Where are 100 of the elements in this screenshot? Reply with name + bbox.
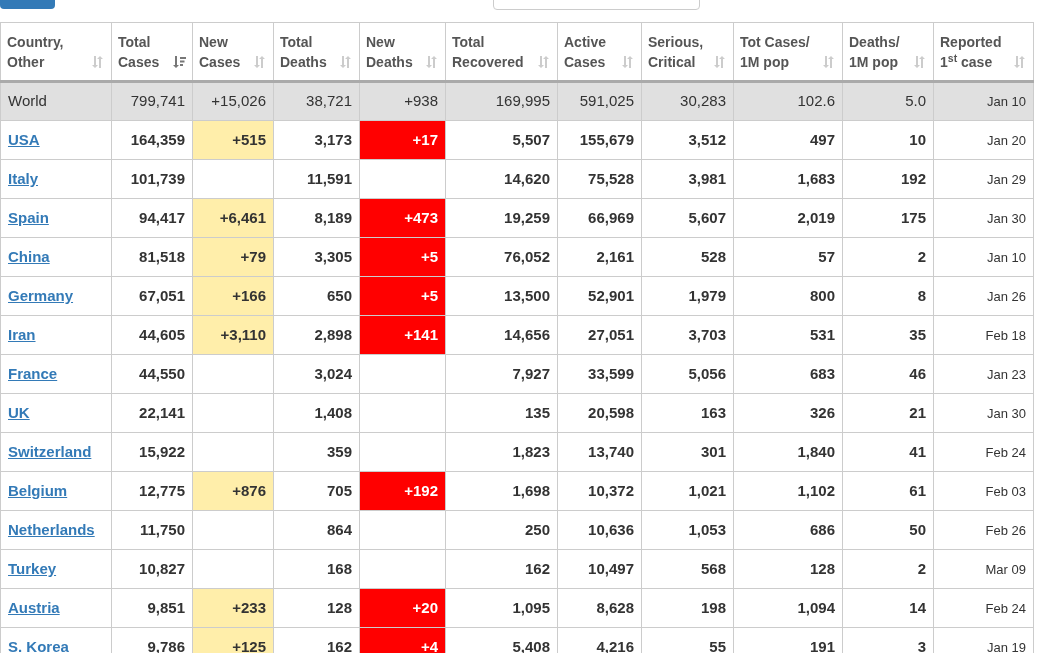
table-cell: +192 [404, 481, 438, 499]
table-cell: 41 [909, 442, 926, 460]
table-cell: 33,599 [588, 364, 634, 382]
table-cell: 2,161 [596, 247, 634, 265]
table-cell: +233 [232, 598, 266, 616]
table-cell: 14,656 [504, 325, 550, 343]
table-cell: 164,359 [130, 130, 185, 148]
table-cell: +79 [240, 247, 266, 265]
table-cell: 3,173 [314, 130, 352, 148]
table-cell: 250 [524, 520, 550, 538]
table-cell: 531 [809, 325, 835, 343]
table-cell: 75,528 [588, 169, 634, 187]
table-cell: 683 [809, 364, 835, 382]
sort-icon [537, 55, 551, 69]
sort-icon [713, 55, 727, 69]
sort-descending-icon [172, 55, 186, 69]
table-cell: 46 [909, 364, 926, 382]
tab-button[interactable] [0, 0, 55, 9]
table-cell: 50 [909, 520, 926, 538]
table-cell: 19,259 [504, 208, 550, 226]
table-cell: 1,683 [797, 169, 835, 187]
table-cell: +166 [232, 286, 266, 304]
table-cell: +473 [404, 208, 438, 226]
table-cell: 163 [700, 403, 726, 421]
table-cell: 168 [326, 559, 352, 577]
table-cell: 61 [909, 481, 926, 499]
table-cell: 13,500 [504, 286, 550, 304]
table-cell: 2 [917, 247, 926, 265]
table-cell: 162 [326, 637, 352, 653]
table-cell: 20,598 [588, 403, 634, 421]
table-cell: 301 [700, 442, 726, 460]
table-cell: 10,497 [588, 559, 634, 577]
table-cell: 705 [326, 481, 352, 499]
table-cell: 8 [917, 286, 926, 304]
table-cell: 1,840 [797, 442, 835, 460]
table-cell: 11,591 [306, 169, 352, 187]
table-cell: 10,636 [588, 520, 634, 538]
sort-icon [91, 55, 105, 69]
table-cell: Jan 30 [986, 405, 1026, 421]
table-cell: 8,189 [314, 208, 352, 226]
country-link[interactable]: USA [8, 130, 40, 148]
table-cell: 12,775 [139, 481, 185, 499]
country-link[interactable]: China [8, 247, 50, 265]
sort-icon [253, 55, 267, 69]
table-cell: +125 [232, 637, 266, 653]
table-cell: Jan 19 [986, 639, 1026, 653]
table-cell: Feb 03 [985, 483, 1026, 499]
table-cell: 14 [909, 598, 926, 616]
table-cell: 650 [326, 286, 352, 304]
table-cell: +6,461 [219, 208, 266, 226]
table-cell: +5 [420, 286, 438, 304]
table-cell: +3,110 [220, 325, 266, 343]
table-cell: 10 [909, 130, 926, 148]
table-cell: 528 [700, 247, 726, 265]
country-link[interactable]: Spain [8, 208, 49, 226]
table-cell: 359 [326, 442, 352, 460]
table-cell: Feb 18 [985, 327, 1026, 343]
table-cell: 2,898 [314, 325, 352, 343]
table-cell: 14,620 [504, 169, 550, 187]
table-cell: Feb 24 [985, 444, 1026, 460]
table-cell: Jan 23 [986, 366, 1026, 382]
table-cell: 67,051 [139, 286, 185, 304]
table-cell: Jan 29 [986, 171, 1026, 187]
table-cell: 2 [917, 559, 926, 577]
table-cell: +20 [412, 598, 438, 616]
table-cell: 9,851 [147, 598, 185, 616]
table-cell: +141 [404, 325, 438, 343]
table-cell: 3,305 [314, 247, 352, 265]
country-link[interactable]: UK [8, 403, 30, 421]
table-cell: Feb 26 [985, 522, 1026, 538]
table-cell: 1,021 [688, 481, 726, 499]
table-cell: 497 [809, 130, 835, 148]
sort-icon [913, 55, 927, 69]
table-cell: 27,051 [588, 325, 634, 343]
table-cell: +938 [404, 92, 438, 110]
table-cell: 30,283 [680, 92, 726, 110]
table-cell: 7,927 [512, 364, 550, 382]
sort-icon [425, 55, 439, 69]
table-cell: 10,372 [588, 481, 634, 499]
table-cell: +17 [412, 130, 438, 148]
table-cell: Mar 09 [985, 561, 1026, 577]
table-cell: 5,056 [688, 364, 726, 382]
table-cell: 191 [809, 637, 835, 653]
table-cell: 1,095 [512, 598, 550, 616]
table-cell: 11,750 [139, 520, 185, 538]
table-cell: 52,901 [588, 286, 634, 304]
table-cell: 169,995 [495, 92, 550, 110]
country-link[interactable]: Turkey [8, 559, 57, 577]
table-cell: 198 [700, 598, 726, 616]
country-link[interactable]: Italy [8, 169, 38, 187]
table-cell: 35 [909, 325, 926, 343]
country-link[interactable]: Iran [8, 325, 36, 343]
table-cell: 3,512 [688, 130, 726, 148]
sort-icon [339, 55, 353, 69]
table-cell: 1,094 [797, 598, 835, 616]
table-cell: 22,141 [139, 403, 185, 421]
table-cell: 44,550 [139, 364, 185, 382]
table-cell: 94,417 [139, 208, 185, 226]
table-cell: 13,740 [588, 442, 634, 460]
table-cell: 1,408 [314, 403, 352, 421]
